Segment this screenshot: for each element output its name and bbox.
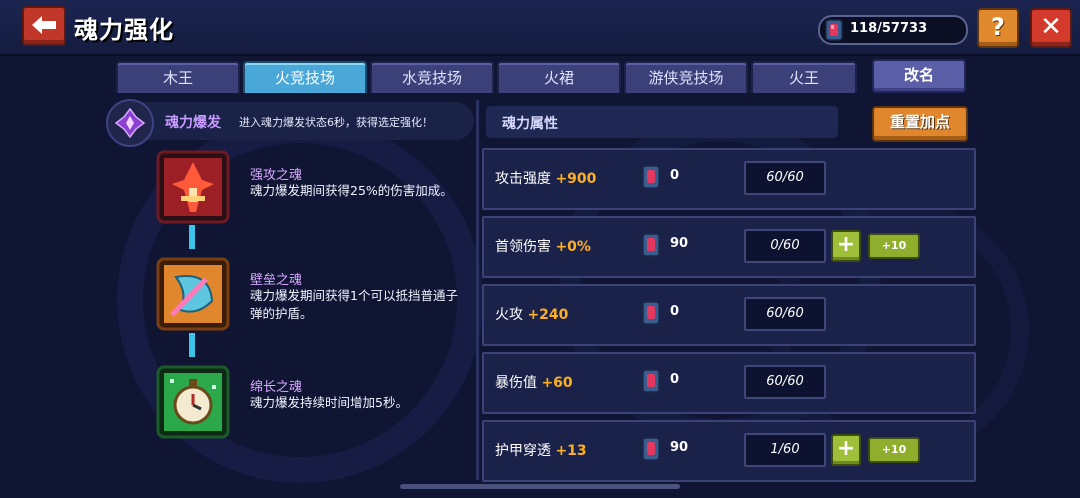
stat-cost: 0: [670, 372, 680, 387]
soul-gem-icon: [642, 369, 660, 393]
stat-row-fire-attack: 火攻 +240 0 60/60: [482, 284, 976, 346]
soul-burst-icon: [106, 99, 154, 147]
soul-attributes-title: 魂力属性: [502, 116, 558, 132]
add-ten-points-button[interactable]: +10: [868, 233, 920, 259]
stat-name: 暴伤值 +60: [495, 372, 573, 392]
stat-level: 60/60: [744, 297, 826, 331]
tab-fire-arena[interactable]: 火竞技场: [243, 61, 367, 93]
soul-burst-desc: 进入魂力爆发状态6秒，获得选定强化！: [239, 116, 433, 129]
stat-bonus: +0%: [555, 239, 591, 255]
stat-cost: 90: [670, 440, 689, 455]
bulwark-soul-name: 壁垒之魂: [250, 273, 303, 288]
soul-attributes-header: 魂力属性: [486, 106, 838, 138]
stat-level: 0/60: [744, 229, 826, 263]
stat-label: 暴伤值: [495, 375, 537, 391]
add-ten-points-button[interactable]: +10: [868, 437, 920, 463]
page-title: 魂力强化: [74, 16, 174, 44]
back-button[interactable]: [22, 6, 66, 46]
strike-soul-icon[interactable]: [156, 150, 230, 224]
soul-gem-icon: [825, 19, 843, 41]
stat-level: 60/60: [744, 365, 826, 399]
add-point-button[interactable]: +: [831, 434, 861, 466]
soul-gem-icon: [642, 301, 660, 325]
stat-label: 首领伤害: [495, 239, 551, 255]
soul-currency: 118/57733: [818, 15, 968, 45]
rename-button[interactable]: 改名: [872, 59, 966, 93]
stat-bonus: +240: [527, 307, 569, 323]
soul-burst-title: 魂力爆发: [165, 115, 221, 131]
stat-cost: 0: [670, 168, 680, 183]
strike-soul-name: 强攻之魂: [250, 168, 303, 183]
burst-crystal-icon: [114, 107, 146, 139]
stat-name: 火攻 +240: [495, 304, 568, 324]
tab-fire-king[interactable]: 火王: [751, 61, 857, 93]
top-bar: 魂力强化 118/57733 ? ✕: [0, 0, 1080, 56]
stat-name: 首领伤害 +0%: [495, 236, 591, 256]
reset-points-button[interactable]: 重置加点: [872, 106, 968, 142]
stat-row-crit-damage: 暴伤值 +60 0 60/60: [482, 352, 976, 414]
scrollbar[interactable]: [400, 484, 680, 489]
stat-row-boss-damage: 首领伤害 +0% 90 0/60 + +10: [482, 216, 976, 278]
bulwark-soul-icon[interactable]: [156, 257, 230, 331]
add-point-button[interactable]: +: [831, 230, 861, 262]
lasting-soul-desc: 魂力爆发持续时间增加5秒。: [250, 395, 408, 410]
stat-label: 护甲穿透: [495, 443, 551, 459]
stat-cost: 90: [670, 236, 689, 251]
tab-wood-king[interactable]: 木王: [116, 61, 240, 93]
tab-fire-skirt[interactable]: 火裙: [497, 61, 621, 93]
stat-row-attack: 攻击强度 +900 0 60/60: [482, 148, 976, 210]
close-button[interactable]: ✕: [1030, 8, 1072, 48]
stat-label: 攻击强度: [495, 171, 551, 187]
lasting-soul-icon[interactable]: [156, 365, 230, 439]
panel-divider: [476, 100, 479, 480]
stat-level: 1/60: [744, 433, 826, 467]
back-arrow-icon: [32, 16, 56, 34]
soul-gem-icon: [642, 437, 660, 461]
bulwark-soul-desc: 魂力爆发期间获得1个可以抵挡普通子弹的护盾。: [250, 288, 458, 321]
stat-name: 护甲穿透 +13: [495, 440, 587, 460]
stat-label: 火攻: [495, 307, 523, 323]
tab-water-arena[interactable]: 水竞技场: [370, 61, 494, 93]
stat-name: 攻击强度 +900: [495, 168, 596, 188]
soul-connector: [189, 225, 195, 249]
tab-ranger-arena[interactable]: 游侠竞技场: [624, 61, 748, 93]
stat-cost: 0: [670, 304, 680, 319]
stat-bonus: +900: [555, 171, 597, 187]
stat-level: 60/60: [744, 161, 826, 195]
soul-gem-icon: [642, 233, 660, 257]
soul-gem-icon: [642, 165, 660, 189]
currency-value: 118/57733: [850, 21, 928, 36]
strike-soul-desc: 魂力爆发期间获得25%的伤害加成。: [250, 183, 453, 198]
stat-bonus: +60: [541, 375, 573, 391]
soul-connector: [189, 333, 195, 357]
help-button[interactable]: ?: [977, 8, 1019, 48]
stat-row-armor-pierce: 护甲穿透 +13 90 1/60 + +10: [482, 420, 976, 482]
lasting-soul-name: 绵长之魂: [250, 380, 303, 395]
stat-bonus: +13: [555, 443, 587, 459]
